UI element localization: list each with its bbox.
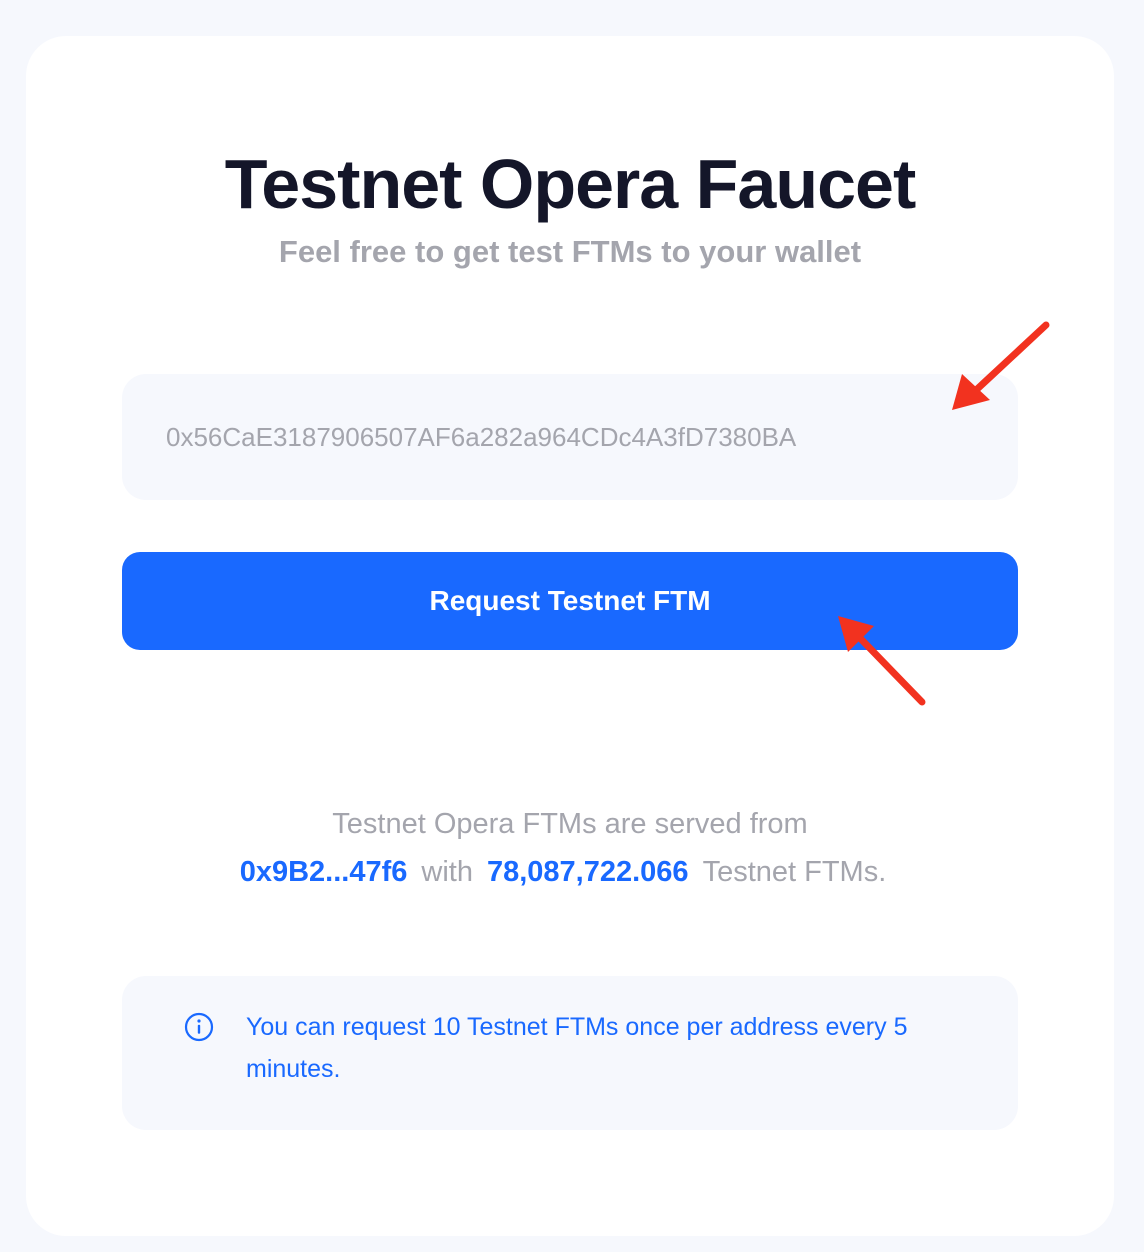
served-details: 0x9B2...47f6 with 78,087,722.066 Testnet FT… bbox=[26, 854, 1114, 890]
page-subtitle: Feel free to get test FTMs to your walle… bbox=[278, 234, 862, 269]
faucet-card: Testnet Opera Faucet Feel free to get te… bbox=[26, 36, 1114, 1236]
with-label: with bbox=[421, 856, 473, 888]
page-title: Testnet Opera Faucet bbox=[224, 145, 917, 223]
rate-limit-info: You can request 10 Testnet FTMs once per… bbox=[122, 976, 1018, 1130]
faucet-address-link[interactable]: 0x9B2...47f6 bbox=[240, 856, 408, 888]
unit-label: Testnet FTMs. bbox=[702, 856, 887, 888]
faucet-balance: 78,087,722.066 bbox=[486, 856, 689, 888]
served-from-text: Testnet Opera FTMs are served from bbox=[332, 808, 808, 840]
wallet-address-input[interactable] bbox=[122, 374, 1018, 500]
info-icon bbox=[184, 1012, 214, 1042]
request-testnet-ftm-button[interactable]: Request Testnet FTM bbox=[122, 552, 1018, 650]
rate-limit-text: You can request 10 Testnet FTMs once per… bbox=[246, 1013, 908, 1083]
